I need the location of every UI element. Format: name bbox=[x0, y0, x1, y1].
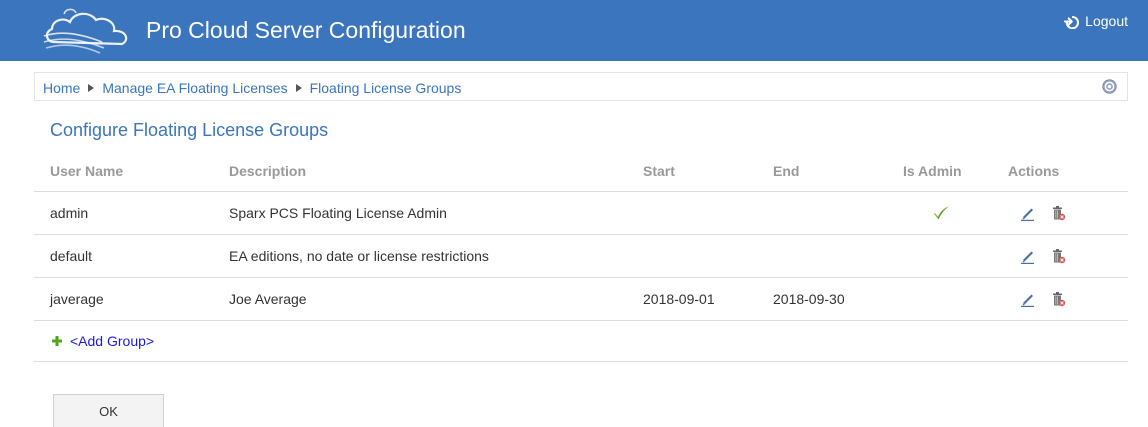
cell-start bbox=[643, 191, 773, 235]
table-header-row: User Name Description Start End Is Admin… bbox=[34, 152, 1128, 192]
logout-icon bbox=[1064, 15, 1080, 29]
column-header-is-admin: Is Admin bbox=[903, 152, 1008, 192]
cell-is-admin bbox=[903, 191, 1008, 235]
edit-pencil-icon[interactable] bbox=[1020, 248, 1036, 264]
cell-start: 2018-09-01 bbox=[643, 277, 773, 321]
column-header-user-name: User Name bbox=[34, 152, 229, 192]
delete-trash-icon[interactable] bbox=[1050, 205, 1066, 221]
add-group-row: <Add Group> bbox=[34, 320, 1128, 362]
column-header-description: Description bbox=[229, 152, 643, 192]
cell-end bbox=[773, 191, 903, 235]
cell-actions bbox=[1008, 234, 1128, 278]
breadcrumb-license-groups[interactable]: Floating License Groups bbox=[310, 80, 462, 96]
logout-button[interactable]: Logout bbox=[1064, 13, 1128, 29]
cell-description: Joe Average bbox=[229, 277, 643, 321]
cell-end: 2018-09-30 bbox=[773, 277, 903, 321]
cell-end bbox=[773, 234, 903, 278]
cell-user-name: javerage bbox=[34, 277, 229, 321]
column-header-actions: Actions bbox=[1008, 152, 1128, 192]
add-group-label: <Add Group> bbox=[70, 333, 155, 349]
table-row: javerage Joe Average 2018-09-01 2018-09-… bbox=[34, 277, 1128, 321]
breadcrumb-bar: Home Manage EA Floating Licenses Floatin… bbox=[34, 72, 1128, 101]
cell-start bbox=[643, 234, 773, 278]
page-title: Configure Floating License Groups bbox=[50, 120, 329, 140]
checkmark-icon bbox=[933, 206, 948, 220]
app-title: Pro Cloud Server Configuration bbox=[146, 17, 466, 43]
breadcrumb-home[interactable]: Home bbox=[43, 80, 80, 96]
table-row: default EA editions, no date or license … bbox=[34, 234, 1128, 278]
cell-actions bbox=[1008, 277, 1128, 321]
ok-button[interactable]: OK bbox=[53, 394, 164, 427]
help-icon[interactable] bbox=[1102, 79, 1117, 94]
column-header-start: Start bbox=[643, 152, 773, 192]
breadcrumb-separator-icon bbox=[88, 84, 95, 92]
delete-trash-icon[interactable] bbox=[1050, 291, 1066, 307]
cell-user-name: admin bbox=[34, 191, 229, 235]
breadcrumb: Home Manage EA Floating Licenses Floatin… bbox=[43, 80, 461, 96]
table-row: admin Sparx PCS Floating License Admin bbox=[34, 191, 1128, 235]
cell-description: Sparx PCS Floating License Admin bbox=[229, 191, 643, 235]
add-group-link[interactable]: <Add Group> bbox=[52, 333, 154, 349]
delete-trash-icon[interactable] bbox=[1050, 248, 1066, 264]
cloud-logo-icon bbox=[43, 8, 128, 54]
header-bar: Pro Cloud Server Configuration Logout bbox=[0, 0, 1148, 61]
cell-is-admin bbox=[903, 277, 1008, 321]
edit-pencil-icon[interactable] bbox=[1020, 205, 1036, 221]
cell-is-admin bbox=[903, 234, 1008, 278]
license-groups-table: User Name Description Start End Is Admin… bbox=[34, 152, 1128, 321]
cell-description: EA editions, no date or license restrict… bbox=[229, 234, 643, 278]
logout-label: Logout bbox=[1085, 13, 1128, 29]
breadcrumb-separator-icon bbox=[295, 84, 302, 92]
breadcrumb-manage-licenses[interactable]: Manage EA Floating Licenses bbox=[102, 80, 287, 96]
column-header-end: End bbox=[773, 152, 903, 192]
cell-actions bbox=[1008, 191, 1128, 235]
cell-user-name: default bbox=[34, 234, 229, 278]
plus-icon bbox=[52, 336, 62, 346]
edit-pencil-icon[interactable] bbox=[1020, 291, 1036, 307]
